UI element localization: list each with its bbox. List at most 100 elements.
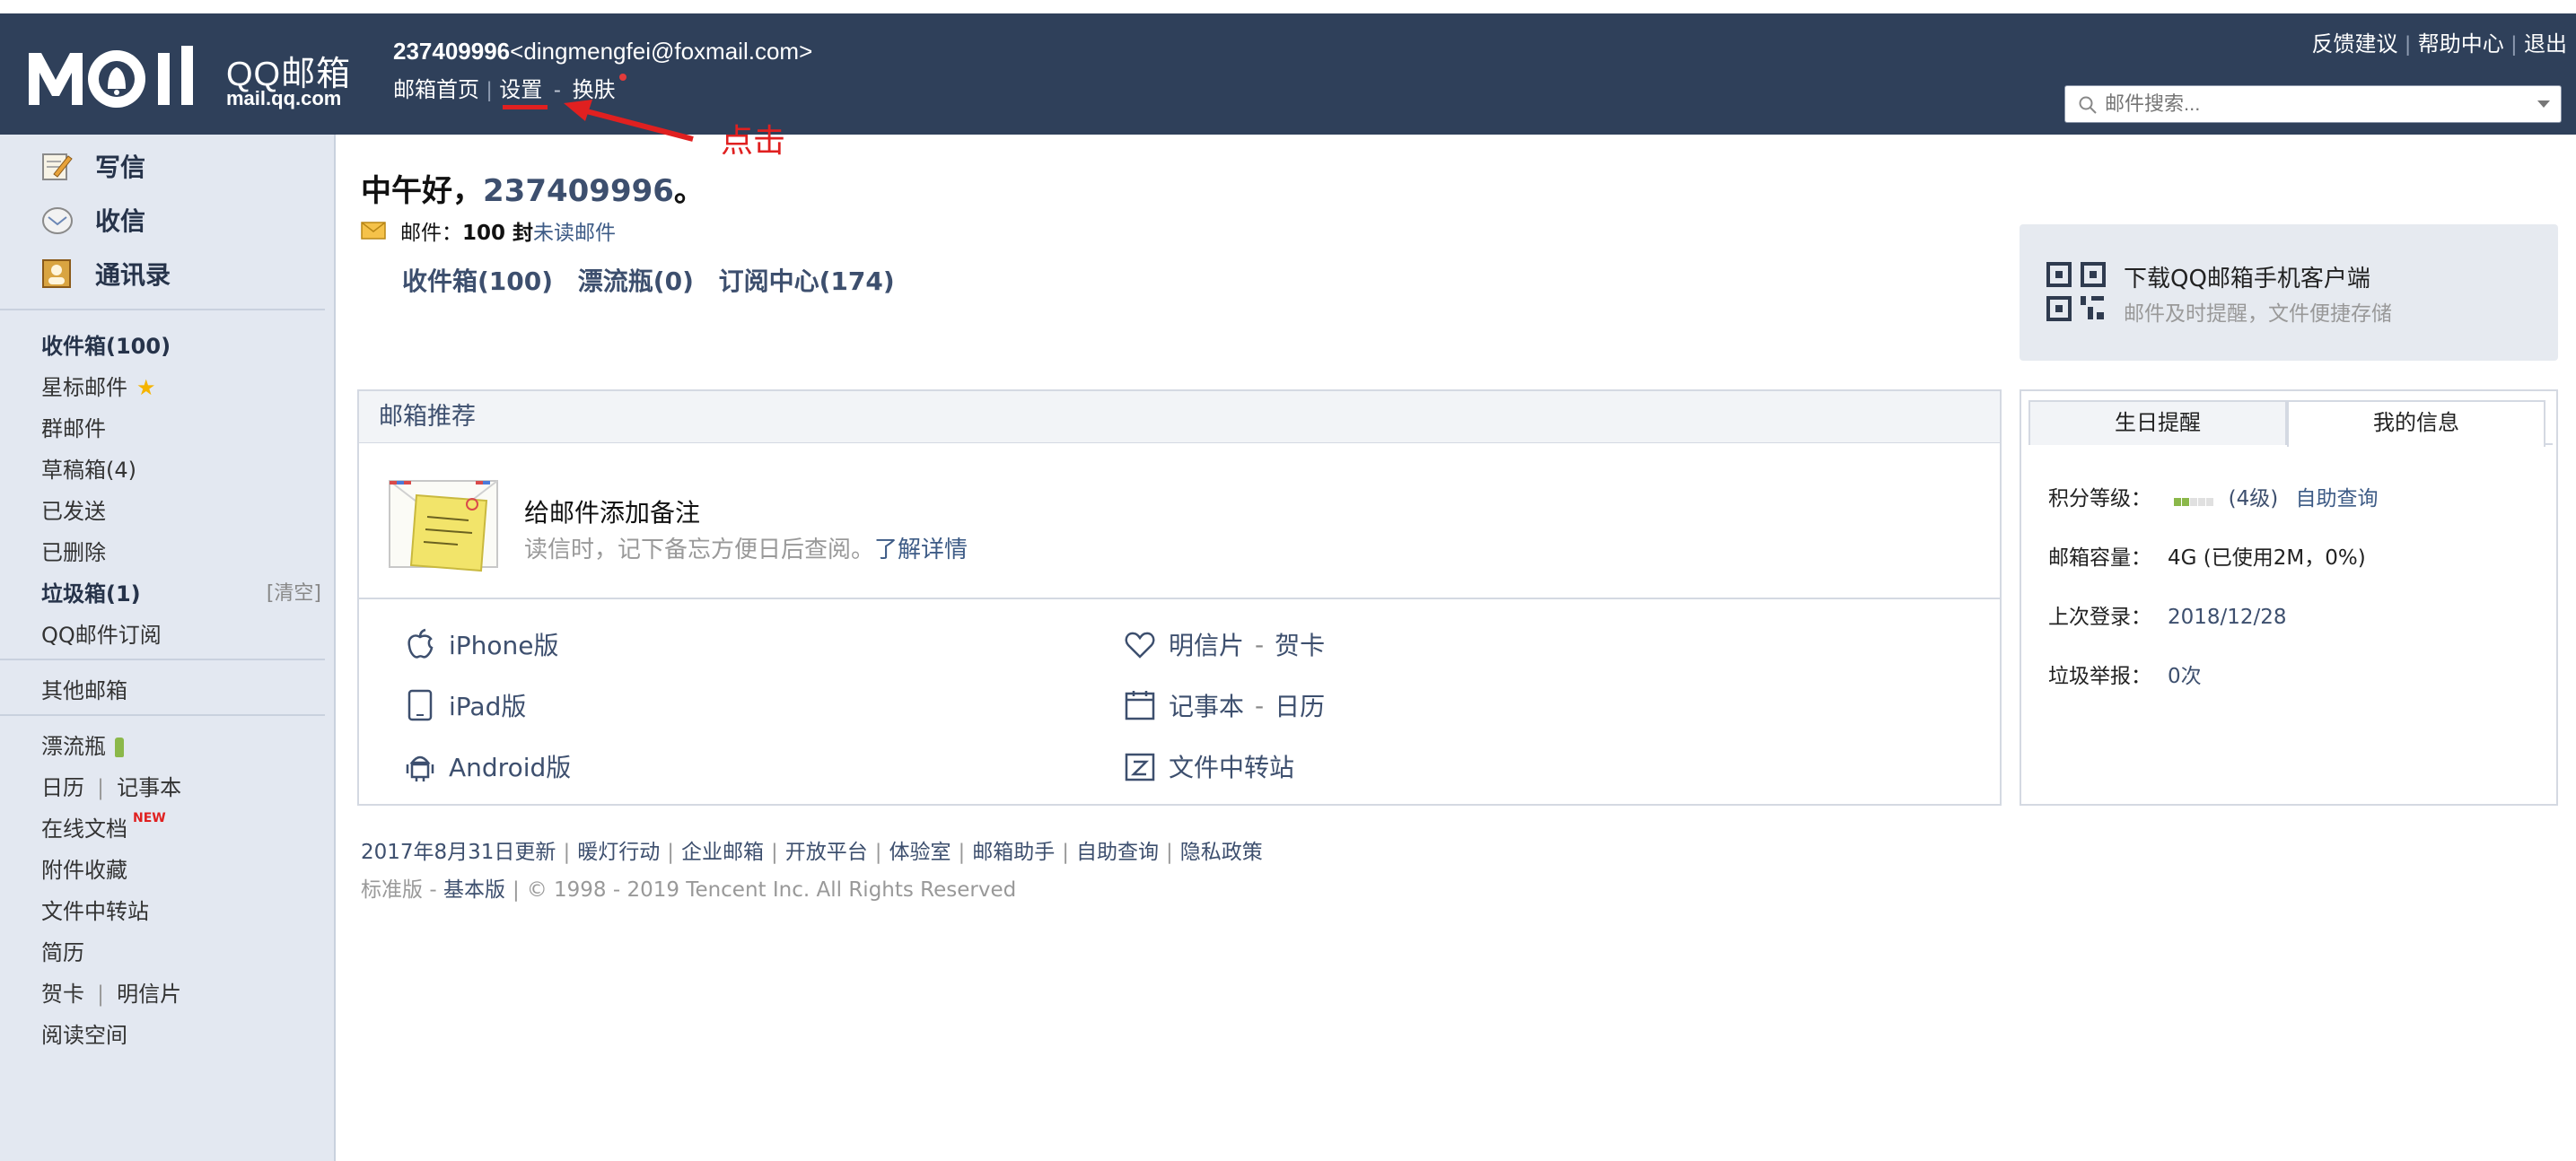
sidebar-item-other-mailbox[interactable]: 其他邮箱 [41,673,127,704]
sidebar-item-file-transfer[interactable]: 文件中转站 [41,894,149,925]
mail-search-box[interactable] [2064,85,2562,123]
basic-version-link[interactable]: 基本版 [443,878,505,902]
greeting-card-link[interactable]: 贺卡 [1275,626,1325,662]
mail-logo[interactable]: QQ邮箱 mail.qq.com [27,40,368,121]
contacts-icon [42,259,71,288]
note-feature-title: 给邮件添加备注 [524,498,701,528]
sidebar-item-inbox[interactable]: 收件箱(100) [41,328,171,360]
quick-link-subscription[interactable]: 订阅中心(174) [719,266,895,296]
account-email: <dingmengfei@foxmail.com> [510,38,813,65]
bottle-icon [115,738,124,757]
notes-link[interactable]: 记事本 [1169,687,1244,723]
sidebar-item-qq-subscription[interactable]: QQ邮件订阅 [41,617,162,649]
sticky-note-illustration [389,480,498,572]
sidebar-item-deleted[interactable]: 已删除 [41,535,106,566]
mail-count: 100 封 [462,222,534,245]
quick-link-bottle[interactable]: 漂流瓶(0) [578,266,694,296]
sidebar-item-spam[interactable]: 垃圾箱(1) [41,576,141,607]
footer-enterprise-link[interactable]: 企业邮箱 [681,841,764,864]
new-dot-icon [618,74,626,81]
info-tabs: 生日提醒 我的信息 [2028,400,2553,447]
iphone-app-link[interactable]: iPhone版 [404,626,559,662]
iphone-label: iPhone版 [449,631,559,660]
tab-birthday-reminder[interactable]: 生日提醒 [2028,400,2287,445]
tablet-icon [407,689,433,721]
sidebar-item-attachments[interactable]: 附件收藏 [41,852,127,884]
last-login-value: 2018/12/28 [2168,606,2287,629]
footer-open-platform-link[interactable]: 开放平台 [785,841,868,864]
help-link[interactable]: 帮助中心 [2418,32,2504,57]
file-transfer-icon [1125,753,1155,781]
logout-link[interactable]: 退出 [2524,32,2567,57]
feedback-link[interactable]: 反馈建议 [2312,32,2398,57]
compose-button[interactable]: 写信 [41,148,145,184]
greeting-account: 237409996 [483,173,674,209]
postcard-link[interactable]: 明信片 [1169,626,1244,662]
separator: | [486,78,493,102]
dash: - [429,878,437,902]
learn-more-link[interactable]: 了解详情 [874,537,968,563]
footer-warm-link[interactable]: 暖灯行动 [577,841,660,864]
annotation-underline [503,105,548,109]
points-level: (4级) [2228,487,2279,511]
sidebar-item-drafts[interactable]: 草稿箱(4) [41,452,136,484]
separator: | [97,775,105,800]
separator: | [2405,32,2411,57]
sidebar-item-label: 漂流瓶 [41,734,106,759]
mailbox-home-link[interactable]: 邮箱首页 [393,78,479,102]
account-number: 237409996 [393,38,511,65]
android-app-link[interactable]: Android版 [404,748,571,784]
sidebar-divider [0,714,325,716]
separator: | [97,982,105,1007]
footer-self-query-link[interactable]: 自助查询 [1076,841,1159,864]
footer-privacy-link[interactable]: 隐私政策 [1180,841,1263,864]
sidebar-item-cards: 贺卡 | 明信片 [41,976,181,1008]
notes-link[interactable]: 记事本 [117,775,181,800]
sidebar-item-resume[interactable]: 简历 [41,935,84,966]
top-header: QQ邮箱 mail.qq.com 237409996<dingmengfei@f… [0,13,2576,135]
clear-spam-link[interactable]: [清空] [267,577,321,606]
contacts-button[interactable]: 通讯录 [41,256,171,292]
search-icon [2079,96,2097,114]
quick-link-inbox[interactable]: 收件箱(100) [402,266,553,296]
star-icon: ★ [136,375,156,400]
tab-my-info[interactable]: 我的信息 [2287,400,2545,447]
sidebar-divider [0,659,325,660]
ipad-app-link[interactable]: iPad版 [404,687,526,723]
calendar-link[interactable]: 日历 [1275,687,1325,723]
account-line: 237409996<dingmengfei@foxmail.com> [393,38,812,65]
receive-button[interactable]: 收信 [41,202,145,238]
sidebar-item-reading[interactable]: 阅读空间 [41,1017,127,1049]
spam-report-row: 垃圾举报： 0次 [2048,659,2202,689]
new-badge: NEW [133,811,166,825]
separator: | [2510,32,2517,57]
compose-icon [42,153,73,180]
sidebar-item-sent[interactable]: 已发送 [41,493,106,525]
last-login-row: 上次登录： 2018/12/28 [2048,599,2287,630]
search-dropdown-icon[interactable] [2537,100,2550,108]
capacity-value: 4G (已使用2M，0%) [2168,546,2366,570]
greeting-suffix: 。 [673,173,705,209]
postcard-link[interactable]: 明信片 [117,982,181,1007]
spam-report-value: 0次 [2168,665,2202,688]
calendar-link[interactable]: 日历 [41,775,84,800]
standard-version: 标准版 [361,878,423,902]
sidebar-item-online-docs[interactable]: 在线文档 NEW [41,811,166,842]
settings-link[interactable]: 设置 [499,78,542,102]
unread-mail-link[interactable]: 未读邮件 [533,215,616,246]
search-input[interactable] [2105,90,2518,118]
footer-update-link[interactable]: 2017年8月31日更新 [361,841,556,864]
footer-lab-link[interactable]: 体验室 [889,841,951,864]
sidebar-item-starred[interactable]: 星标邮件 ★ [41,370,156,401]
sidebar-item-label: 在线文档 [41,816,127,842]
file-transfer-link[interactable]: 文件中转站 [1124,748,1294,784]
sidebar-item-calendar-notes: 日历 | 记事本 [41,770,181,801]
sidebar-item-bottle[interactable]: 漂流瓶 [41,729,124,760]
points-query-link[interactable]: 自助查询 [2296,487,2379,511]
card-link[interactable]: 贺卡 [41,982,84,1007]
footer-assistant-link[interactable]: 邮箱助手 [972,841,1055,864]
capacity-label: 邮箱容量： [2048,546,2151,570]
mobile-app-card[interactable]: 下载QQ邮箱手机客户端 邮件及时提醒，文件便捷存储 [2020,224,2558,361]
sidebar-item-group[interactable]: 群邮件 [41,411,106,442]
app-card-title: 下载QQ邮箱手机客户端 [2124,266,2370,292]
